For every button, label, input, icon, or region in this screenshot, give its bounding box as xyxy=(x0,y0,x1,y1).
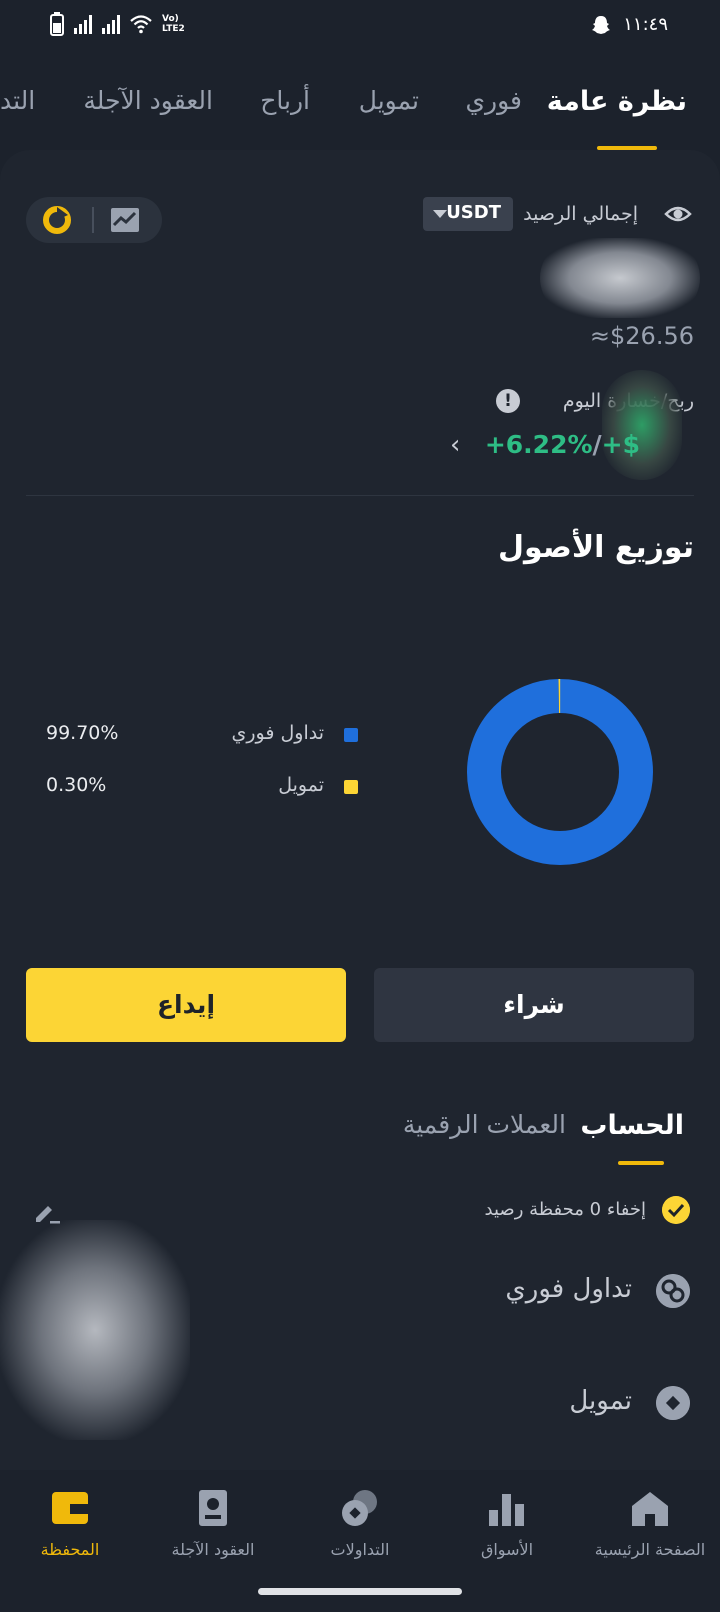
account-row-spot[interactable]: تداول فوري xyxy=(390,1274,690,1314)
nav-label: الأسواق xyxy=(480,1540,534,1559)
donut-slice-spot xyxy=(467,679,653,865)
redacted-account-values xyxy=(0,1220,190,1440)
legend-percent: 99.70% xyxy=(46,722,119,744)
distribution-title: توزيع الأصول xyxy=(498,530,694,565)
tab-earn[interactable]: أرباح xyxy=(260,86,310,115)
balance-label: إجمالي الرصيد xyxy=(523,203,638,225)
redacted-pnl xyxy=(602,370,682,480)
wallet-icon xyxy=(52,1492,88,1524)
clock: ١١:٤٩ xyxy=(623,14,668,35)
pie-chart-icon[interactable] xyxy=(42,205,72,235)
check-icon[interactable] xyxy=(662,1196,690,1224)
legend-name: تمويل xyxy=(278,774,324,796)
tab-futures[interactable]: العقود الآجلة xyxy=(83,86,213,115)
legend-swatch xyxy=(344,780,358,794)
tab-overview[interactable]: نظرة عامة xyxy=(547,86,687,117)
network-label: Vo) LTE2 xyxy=(162,14,185,34)
eye-icon[interactable] xyxy=(664,202,692,226)
account-name: تمويل xyxy=(569,1386,632,1416)
top-tabs: نظرة عامة فوري تمويل أرباح العقود الآجلة… xyxy=(0,80,720,150)
status-icons: Vo) LTE2 xyxy=(50,12,188,36)
redacted-balance xyxy=(540,238,700,318)
legend-item-spot: 99.70% تداول فوري xyxy=(46,720,366,750)
trades-icon xyxy=(342,1490,377,1526)
nav-trades[interactable]: التداولات xyxy=(290,1470,430,1559)
signal-icon xyxy=(74,14,92,34)
hide-zero-label: إخفاء 0 محفظة رصيد xyxy=(484,1199,646,1220)
tab-crypto[interactable]: العملات الرقمية xyxy=(403,1110,566,1139)
signal-icon-2 xyxy=(102,14,120,34)
nav-home[interactable]: الصفحة الرئيسية xyxy=(580,1470,720,1559)
tab-account[interactable]: الحساب xyxy=(580,1110,684,1141)
view-toggle[interactable] xyxy=(26,197,162,243)
battery-icon xyxy=(50,12,64,36)
legend-percent: 0.30% xyxy=(46,774,107,796)
divider xyxy=(26,495,694,496)
subtab-active-indicator xyxy=(618,1161,664,1165)
legend-swatch xyxy=(344,728,358,742)
pnl-value: +6.22%/+$ xyxy=(484,430,640,459)
spot-icon xyxy=(656,1274,690,1308)
tab-spot[interactable]: فوري xyxy=(465,86,522,115)
legend-item-funding: 0.30% تمويل xyxy=(46,772,366,802)
buy-button[interactable]: شراء xyxy=(374,968,694,1042)
nav-label: العقود الآجلة xyxy=(171,1540,255,1559)
currency-select[interactable]: USDT xyxy=(423,197,513,231)
home-indicator[interactable] xyxy=(258,1588,462,1595)
account-subtabs: الحساب العملات الرقمية xyxy=(26,1110,694,1150)
tab-funding[interactable]: تمويل xyxy=(359,86,419,115)
nav-futures[interactable]: العقود الآجلة xyxy=(143,1470,283,1559)
chevron-left-icon[interactable]: ‹ xyxy=(450,430,460,460)
fiat-balance: ≈$26.56 xyxy=(589,322,694,350)
legend-name: تداول فوري xyxy=(231,722,324,744)
info-icon[interactable]: ! xyxy=(496,389,520,413)
nav-markets[interactable]: الأسواق xyxy=(437,1470,577,1559)
pnl-amount: +$ xyxy=(601,430,640,459)
tab-trading-bots[interactable]: التد xyxy=(0,86,35,115)
account-row-funding[interactable]: تمويل xyxy=(390,1386,690,1426)
currency-value: USDT xyxy=(446,202,501,223)
toggle-divider xyxy=(92,207,94,233)
nav-label: المحفظة xyxy=(40,1540,100,1559)
nav-label: التداولات xyxy=(330,1540,390,1559)
snapchat-icon xyxy=(592,16,610,34)
funding-icon xyxy=(656,1386,690,1420)
nav-wallet[interactable]: المحفظة xyxy=(0,1470,140,1559)
deposit-button[interactable]: إيداع xyxy=(26,968,346,1042)
futures-icon xyxy=(199,1490,227,1526)
allocation-donut-chart xyxy=(467,679,653,865)
chevron-down-icon xyxy=(433,210,447,218)
home-icon xyxy=(632,1492,668,1526)
wifi-icon xyxy=(130,15,152,34)
status-bar: Vo) LTE2 ١١:٤٩ xyxy=(0,0,720,52)
nav-label: الصفحة الرئيسية xyxy=(594,1540,706,1559)
line-chart-icon[interactable] xyxy=(110,207,140,233)
hide-zero-toggle[interactable]: إخفاء 0 محفظة رصيد xyxy=(390,1196,690,1226)
markets-icon xyxy=(489,1494,524,1526)
pnl-percent: +6.22% xyxy=(484,430,593,459)
account-name: تداول فوري xyxy=(505,1274,632,1304)
